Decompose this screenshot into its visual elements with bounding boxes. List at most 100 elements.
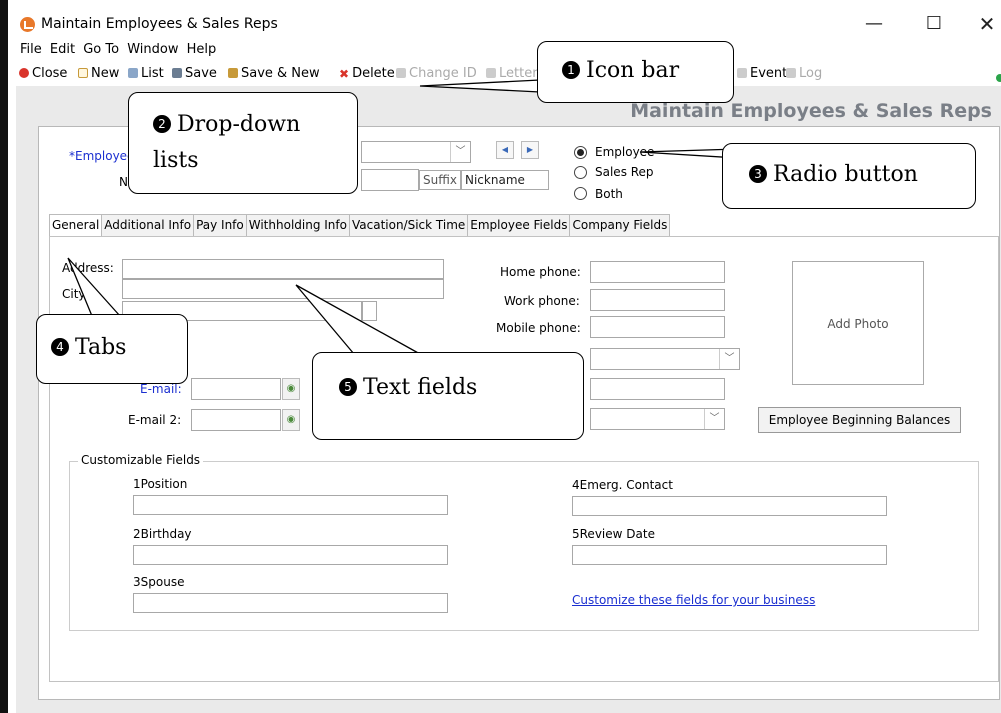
event-button[interactable]: Event [737, 66, 787, 81]
close-button[interactable]: Close [19, 66, 67, 81]
delete-button[interactable]: ✖ Delete [339, 66, 395, 81]
save-button[interactable]: Save [172, 66, 217, 81]
radio-sales-rep[interactable] [574, 166, 587, 179]
custom-field-1-label: 1Position [133, 477, 188, 491]
callout-2-text-2: lists [153, 148, 199, 173]
tab-company-fields[interactable]: Company Fields [569, 214, 671, 236]
go-icon [996, 74, 1001, 82]
callout-3-text: Radio button [773, 162, 918, 187]
close-label: Close [32, 66, 68, 81]
nickname-field[interactable]: Nickname [461, 170, 549, 190]
custom-field-2-input[interactable] [133, 545, 448, 565]
menu-edit[interactable]: Edit [50, 42, 75, 57]
event-label: Event [750, 66, 788, 81]
change-id-icon [396, 68, 406, 78]
app-logo-icon [20, 17, 35, 32]
custom-field-5-label: 5Review Date [572, 527, 655, 541]
minimize-button[interactable]: — [851, 9, 897, 39]
phone-type-dropdown[interactable]: ﹀ [590, 348, 740, 370]
email-label: E-mail: [140, 382, 182, 396]
mobile-phone-label: Mobile phone: [496, 321, 581, 335]
save-new-icon [228, 68, 238, 78]
save-new-label: Save & New [241, 66, 320, 81]
callout-tabs: 4 Tabs [36, 314, 188, 384]
custom-field-4-label: 4Emerg. Contact [572, 478, 673, 492]
callout-5-number: 5 [339, 378, 357, 396]
address-line1-field[interactable] [122, 259, 444, 279]
icon-bar: Close New List Save Save & New ✖ Delete C… [16, 64, 1001, 86]
next-record-button[interactable]: ▶ [521, 141, 539, 159]
tab-general[interactable]: General [49, 214, 103, 237]
work-phone-label: Work phone: [504, 294, 580, 308]
email2-label: E-mail 2: [128, 413, 182, 427]
employee-id-label: *Employee [69, 149, 135, 163]
state-field[interactable] [362, 301, 377, 321]
last-name-field[interactable] [361, 169, 419, 191]
save-new-button[interactable]: Save & New [228, 66, 320, 81]
close-window-button[interactable]: ✕ [964, 9, 1001, 39]
letters-button[interactable]: Letters [486, 66, 544, 81]
mobile-phone-field[interactable] [590, 316, 725, 338]
general-tab-panel: Address: City E-mail: ◉ E-mail 2: ◉ Home… [49, 236, 999, 682]
city-label: City [62, 287, 86, 301]
callout-3-number: 3 [749, 165, 767, 183]
window-title: Maintain Employees & Sales Reps [41, 16, 278, 32]
customizable-fields-group: Customizable Fields 1Position 2Birthday … [69, 453, 979, 631]
new-button[interactable]: New [78, 66, 119, 81]
menu-help[interactable]: Help [187, 42, 217, 57]
employee-id-dropdown[interactable]: ﹀ [361, 141, 471, 163]
custom-field-3-input[interactable] [133, 593, 448, 613]
home-phone-field[interactable] [590, 261, 725, 283]
menu-goto[interactable]: Go To [83, 42, 119, 57]
employee-beginning-balances-button[interactable]: Employee Beginning Balances [758, 407, 961, 433]
radio-employee-label: Employee [595, 145, 655, 159]
menu-bar: File Edit Go To Window Help [20, 42, 220, 62]
callout-2-number: 2 [153, 115, 171, 133]
address-label: Address: [62, 261, 114, 275]
chevron-down-icon[interactable]: ﹀ [704, 409, 724, 429]
previous-record-button[interactable]: ◀ [496, 141, 514, 159]
status-dropdown[interactable]: ﹀ [590, 408, 725, 430]
extra-field[interactable] [590, 378, 725, 400]
tab-additional-info[interactable]: Additional Info [101, 214, 195, 236]
email2-send-icon[interactable]: ◉ [282, 409, 300, 431]
menu-window[interactable]: Window [127, 42, 178, 57]
log-icon [786, 68, 796, 78]
email-send-icon[interactable]: ◉ [282, 378, 300, 400]
callout-4-text: Tabs [75, 335, 127, 360]
email2-field[interactable] [191, 409, 281, 431]
chevron-down-icon[interactable]: ﹀ [450, 142, 470, 162]
tab-employee-fields[interactable]: Employee Fields [467, 214, 571, 236]
callout-radio-button: 3 Radio button [722, 143, 976, 209]
custom-field-2-label: 2Birthday [133, 527, 192, 541]
change-id-button[interactable]: Change ID [396, 66, 477, 81]
email-field[interactable] [191, 378, 281, 400]
custom-field-1-input[interactable] [133, 495, 448, 515]
radio-employee[interactable] [574, 146, 587, 159]
callout-2-text-1: Drop-down [177, 112, 301, 137]
tab-vacation-sick[interactable]: Vacation/Sick Time [348, 214, 469, 236]
menu-file[interactable]: File [20, 42, 42, 57]
custom-field-4-input[interactable] [572, 496, 887, 516]
tab-pay-info[interactable]: Pay Info [193, 214, 247, 236]
log-label: Log [799, 66, 823, 81]
home-phone-label: Home phone: [500, 265, 581, 279]
suffix-field[interactable]: Suffix [419, 170, 461, 190]
list-button[interactable]: List [128, 66, 164, 81]
save-label: Save [185, 66, 217, 81]
radio-both-label: Both [595, 187, 623, 201]
tab-withholding-info[interactable]: Withholding Info [245, 214, 350, 236]
log-button[interactable]: Log [786, 66, 822, 81]
maximize-button[interactable]: ☐ [911, 9, 957, 39]
address-line2-field[interactable] [122, 279, 444, 299]
callout-dropdown-lists: 2 Drop-down lists [128, 92, 358, 194]
help-dot-icon[interactable] [996, 70, 1001, 85]
add-photo-area[interactable]: Add Photo [792, 261, 924, 385]
customize-fields-link[interactable]: Customize these fields for your business [572, 593, 815, 607]
work-phone-field[interactable] [590, 289, 725, 311]
radio-both[interactable] [574, 187, 587, 200]
custom-field-5-input[interactable] [572, 545, 887, 565]
change-id-label: Change ID [409, 66, 477, 81]
save-icon [172, 68, 182, 78]
chevron-down-icon[interactable]: ﹀ [719, 349, 739, 369]
